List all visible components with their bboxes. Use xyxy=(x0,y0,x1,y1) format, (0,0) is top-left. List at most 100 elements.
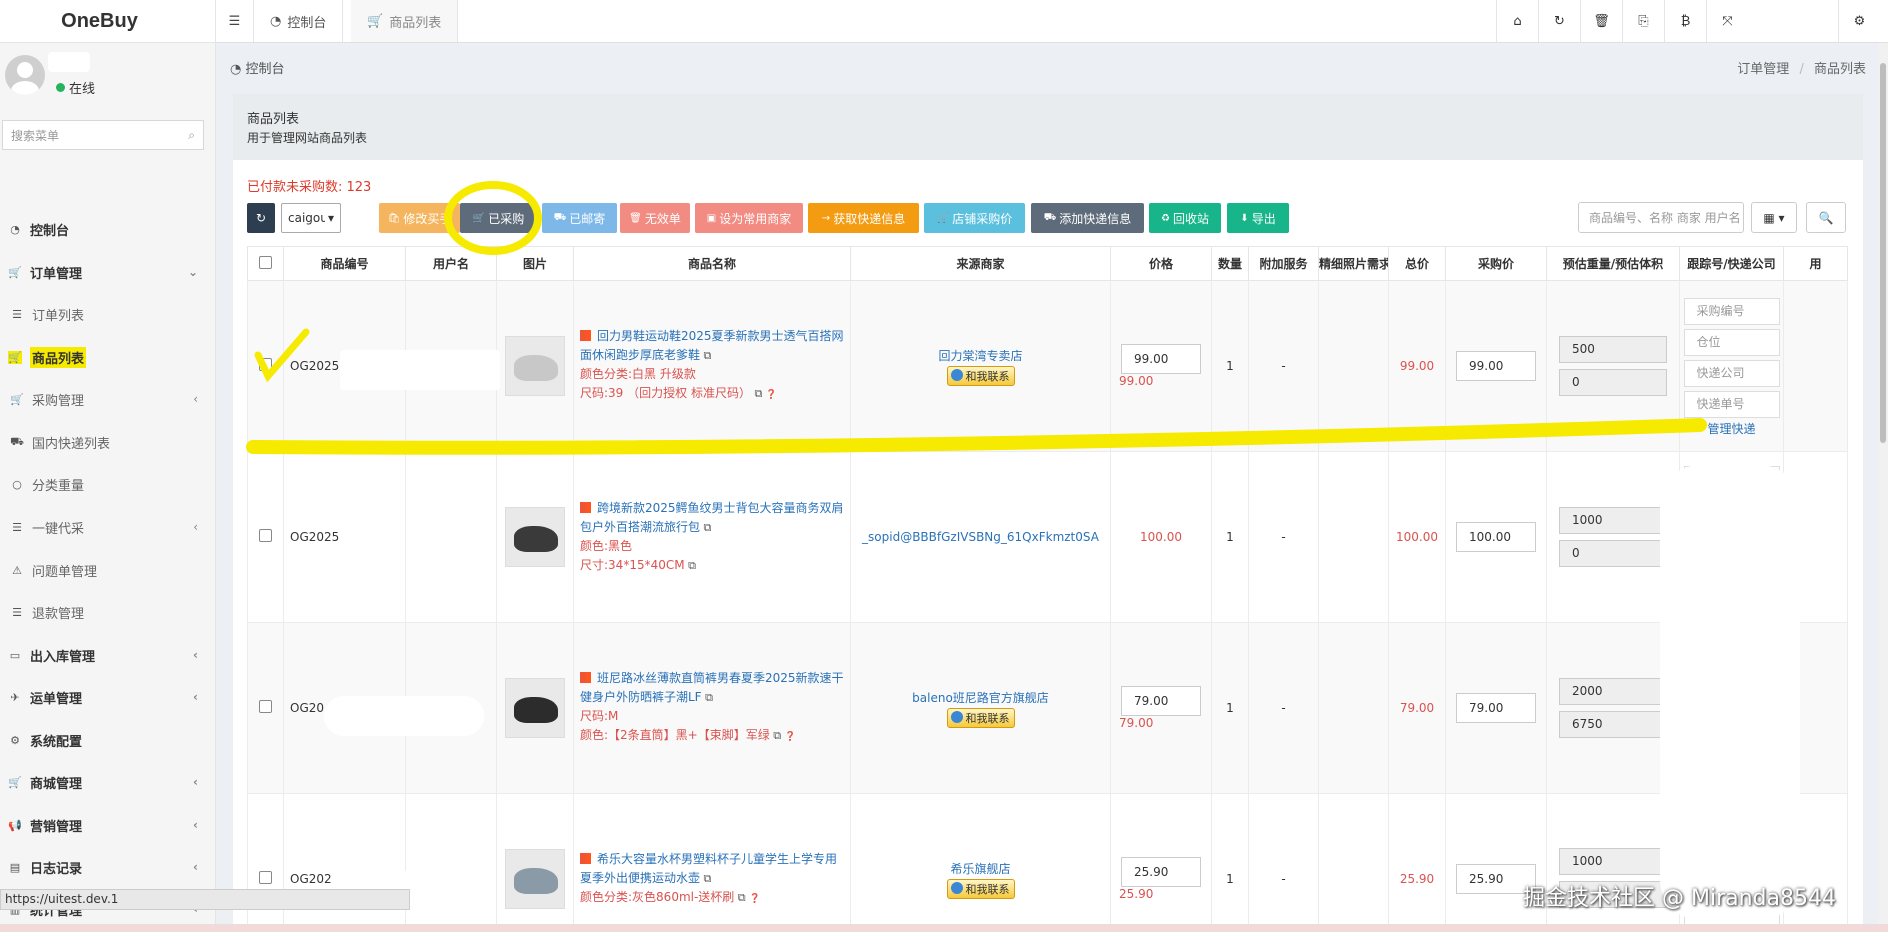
store-link[interactable]: 希乐旗舰店 xyxy=(851,860,1110,877)
sidebar-item[interactable]: ○ 分类重量 xyxy=(0,467,216,501)
product-image[interactable] xyxy=(505,678,565,738)
toolbar-button[interactable]: 🛒 店铺采购价 xyxy=(924,203,1025,233)
sidebar-item[interactable]: ◔ 控制台 xyxy=(0,212,216,246)
trash-icon[interactable]: 🗑 xyxy=(1580,0,1622,42)
row-checkbox[interactable] xyxy=(259,871,272,884)
translate-icon[interactable]: ⎘ xyxy=(1622,0,1664,42)
product-id[interactable]: OG202 xyxy=(290,872,332,886)
fullscreen-icon[interactable]: ⤧ xyxy=(1706,0,1748,42)
toolbar-button[interactable]: → 获取快递信息 xyxy=(808,203,919,233)
product-id[interactable]: OG2025 xyxy=(290,530,339,544)
product-image[interactable] xyxy=(505,849,565,909)
store-link[interactable]: 回力棠湾专卖店 xyxy=(851,347,1110,364)
price-input[interactable]: 79.00 xyxy=(1121,686,1201,716)
app-logo[interactable]: OneBuy xyxy=(0,0,216,43)
product-image[interactable] xyxy=(505,507,565,567)
copy-icon[interactable]: ⧉ xyxy=(700,521,712,534)
sidebar-item[interactable]: ▤ 日志记录 ‹ xyxy=(0,850,216,884)
volume-input[interactable]: 6750 xyxy=(1559,711,1667,738)
weight-input[interactable]: 500 xyxy=(1559,336,1667,363)
copy-icon[interactable]: ⧉ xyxy=(751,387,766,400)
contact-button[interactable]: 和我联系 xyxy=(946,365,1015,386)
select-all-checkbox[interactable] xyxy=(259,255,272,269)
refresh-icon[interactable]: ↻ xyxy=(1538,0,1580,42)
sidebar-item[interactable]: ✈ 运单管理 ‹ xyxy=(0,680,216,714)
sidebar-item[interactable]: ▭ 出入库管理 ‹ xyxy=(0,638,216,672)
tracking-field[interactable]: 仓位 xyxy=(1683,328,1780,356)
sidebar-item[interactable]: ⚠ 问题单管理 xyxy=(0,553,216,587)
tab-dashboard[interactable]: ◔ 控制台 xyxy=(254,0,344,42)
price-input[interactable]: 25.90 xyxy=(1121,857,1201,887)
sidebar-item[interactable]: 🛒 商城管理 ‹ xyxy=(0,765,216,799)
toolbar-button[interactable]: ⛟ 添加快递信息 xyxy=(1031,203,1144,233)
tab-product-list[interactable]: 🛒 商品列表 xyxy=(351,0,459,42)
contact-button[interactable]: 和我联系 xyxy=(946,878,1015,899)
product-id[interactable]: OG2025 xyxy=(290,359,339,373)
toolbar-button[interactable]: ⛟ 已邮寄 xyxy=(542,203,617,233)
product-title-link[interactable]: 跨境新款2025鳄鱼纹男士背包大容量商务双肩包户外百搭潮流旅行包 xyxy=(580,501,844,534)
product-search-input[interactable]: 商品编号、名称 商家 用户名 xyxy=(1578,202,1744,233)
sidebar-item[interactable]: 📢 营销管理 ‹ xyxy=(0,808,216,842)
tracking-field[interactable]: 快递公司 xyxy=(1683,359,1780,387)
row-checkbox[interactable] xyxy=(259,700,272,713)
avatar[interactable] xyxy=(5,55,45,95)
store-link[interactable]: baleno班尼路官方旗舰店 xyxy=(851,689,1110,706)
sidebar-item[interactable]: 🛒 采购管理 ‹ xyxy=(0,382,216,416)
help-icon[interactable]: ❓ xyxy=(766,390,777,400)
toolbar-button[interactable]: ⬇ 导出 xyxy=(1227,203,1289,233)
product-id[interactable]: OG20 xyxy=(290,701,324,715)
scrollbar-thumb[interactable] xyxy=(1880,63,1886,443)
bitcoin-icon[interactable]: ₿ xyxy=(1664,0,1706,42)
help-icon[interactable]: ❓ xyxy=(785,732,796,742)
buyer-select[interactable]: caigou01▾ xyxy=(281,203,341,233)
contact-button[interactable]: 和我联系 xyxy=(946,707,1015,728)
toolbar-button[interactable]: ♻ 回收站 xyxy=(1149,203,1221,233)
refresh-button[interactable]: ↻ xyxy=(247,203,275,233)
toolbar-button[interactable]: ▣ 设为常用商家 xyxy=(695,203,803,233)
tracking-field[interactable]: 快递单号 xyxy=(1683,390,1780,418)
sidebar-item[interactable]: ☰ 订单列表 xyxy=(0,297,216,331)
product-image[interactable] xyxy=(505,336,565,396)
copy-icon[interactable]: ⧉ xyxy=(734,891,749,904)
sidebar-item[interactable]: ☰ 退款管理 xyxy=(0,595,216,629)
weight-input[interactable]: 1000 xyxy=(1559,847,1667,875)
sidebar-item[interactable]: ⛟ 国内快递列表 xyxy=(0,425,216,459)
breadcrumb-home[interactable]: ◔ 控制台 xyxy=(230,58,285,77)
copy-icon[interactable]: ⧉ xyxy=(700,872,712,885)
copy-icon[interactable]: ⧉ xyxy=(685,559,696,572)
breadcrumb-order-mgmt[interactable]: 订单管理 xyxy=(1737,62,1789,77)
weight-input[interactable]: 2000 xyxy=(1559,678,1667,705)
columns-toggle-button[interactable]: ▦ ▾ xyxy=(1751,202,1797,233)
sidebar-item[interactable]: ⚙ 系统配置 xyxy=(0,723,216,757)
horizontal-scrollbar[interactable] xyxy=(0,924,1888,932)
toolbar-button[interactable]: 🛍 修改买手 xyxy=(379,203,460,233)
purchase-price-input[interactable]: 99.00 xyxy=(1456,351,1536,381)
tracking-field[interactable]: 采购编号 xyxy=(1683,297,1780,325)
row-checkbox[interactable] xyxy=(259,358,272,371)
toolbar-button[interactable]: 🛒 已采购 xyxy=(460,203,537,233)
menu-toggle-icon[interactable]: ☰ xyxy=(216,0,254,42)
weight-input[interactable]: 1000 xyxy=(1559,507,1667,534)
store-link[interactable]: _sopid@BBBfGzIVSBNg_61QxFkmzt0SA xyxy=(851,530,1110,544)
sidebar-item[interactable]: 🛒 订单管理 ⌄ xyxy=(0,255,216,289)
purchase-price-input[interactable]: 79.00 xyxy=(1456,693,1536,723)
menu-search-input[interactable]: 搜索菜单 ⌕ xyxy=(2,120,204,150)
search-button[interactable]: 🔍 xyxy=(1806,202,1846,233)
settings-icon[interactable]: ⚙ xyxy=(1838,0,1880,42)
help-icon[interactable]: ❓ xyxy=(749,894,760,904)
home-icon[interactable]: ⌂ xyxy=(1496,0,1538,42)
purchase-price-input[interactable]: 100.00 xyxy=(1456,522,1536,552)
manage-express-link[interactable]: 管理快递 xyxy=(1680,420,1783,437)
copy-icon[interactable]: ⧉ xyxy=(702,691,713,704)
row-checkbox[interactable] xyxy=(259,529,272,542)
volume-input[interactable]: 0 xyxy=(1559,369,1667,396)
sidebar-item[interactable]: 🛒 商品列表 xyxy=(0,340,216,374)
volume-input[interactable]: 0 xyxy=(1559,540,1667,567)
copy-icon[interactable]: ⧉ xyxy=(700,349,712,362)
copy-icon[interactable]: ⧉ xyxy=(770,729,785,742)
price-input[interactable]: 99.00 xyxy=(1121,344,1201,374)
sidebar-item[interactable]: ☰ 一键代采 ‹ xyxy=(0,510,216,544)
product-title-link[interactable]: 回力男鞋运动鞋2025夏季新款男士透气百搭网面休闲跑步厚底老爹鞋 xyxy=(580,329,844,362)
toolbar-button[interactable]: 🗑 无效单 xyxy=(620,203,690,233)
vertical-scrollbar[interactable] xyxy=(1878,43,1888,924)
